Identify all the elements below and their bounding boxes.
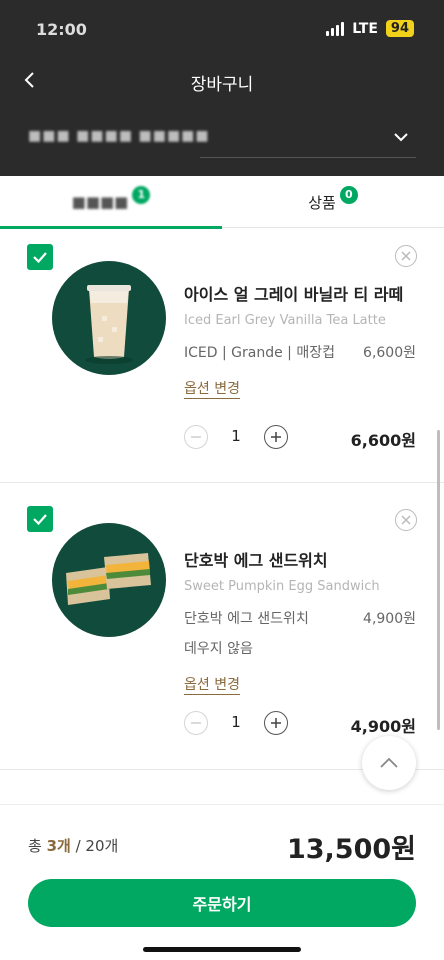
item-options-extra: 데우지 않음 [184,641,253,657]
item-total-price: 4,900원 [350,717,416,736]
check-icon [33,252,47,264]
item-name: 아이스 얼 그레이 바닐라 티 라떼 [184,285,404,304]
cart-item: 단호박 에그 샌드위치 Sweet Pumpkin Egg Sandwich 단… [0,483,444,770]
item-options: ICED | Grande | 매장컵 [184,345,335,361]
cart-item: 아이스 얼 그레이 바닐라 티 라떼 Iced Earl Grey Vanill… [0,229,444,483]
item-info: 아이스 얼 그레이 바닐라 티 라떼 Iced Earl Grey Vanill… [184,281,416,399]
count-separator: / [70,837,86,855]
remove-item-button[interactable] [395,245,417,267]
tab-label: ■■■■ [71,193,129,211]
signal-icon [326,21,345,36]
tab-count-badge: 0 [339,186,358,204]
chevron-up-icon [380,757,398,768]
count-current: 3개 [46,837,71,855]
item-option-price: 6,600원 [363,345,416,361]
count-max: 20개 [85,837,119,855]
close-icon [401,251,411,261]
item-options: 단호박 에그 샌드위치 [184,611,309,627]
sandwich-image [66,553,151,605]
item-name-english: Sweet Pumpkin Egg Sandwich [184,579,380,594]
item-checkbox[interactable] [27,506,53,532]
tab-count-badge: 1 [132,186,151,204]
total-price: 13,500원 [286,834,416,865]
scrollbar[interactable] [437,430,440,730]
item-checkbox[interactable] [27,244,53,270]
item-option-price: 4,900원 [363,611,416,627]
item-image [52,523,166,637]
minus-icon [191,722,201,724]
quantity-value: 1 [231,427,241,445]
item-info: 단호박 에그 샌드위치 Sweet Pumpkin Egg Sandwich 단… [184,547,416,695]
check-icon [33,514,47,526]
decrease-quantity-button[interactable] [184,425,208,449]
item-name-english: Iced Earl Grey Vanilla Tea Latte [184,313,386,328]
scroll-to-top-button[interactable] [362,736,416,790]
minus-icon [191,436,201,438]
quantity-value: 1 [231,713,241,731]
count-prefix: 총 [28,837,47,855]
item-options-row: 단호박 에그 샌드위치 4,900원 [184,608,416,628]
close-icon [401,515,411,525]
tab-products[interactable]: 상품 0 [222,176,444,228]
store-selector[interactable]: ■■■ ■■■■ ■■■■■ [28,126,416,158]
plus-icon [271,432,281,442]
app-header: 12:00 LTE 94 장바구니 ■■■ ■■■■ ■■■■■ [0,0,444,176]
quantity-stepper: 1 4,900원 [184,711,416,737]
decrease-quantity-button[interactable] [184,711,208,735]
item-image [52,261,166,375]
cart-tabs: ■■■■ 1 상품 0 [0,176,444,229]
chevron-down-icon[interactable] [392,128,410,146]
battery-badge: 94 [385,20,414,37]
remove-item-button[interactable] [395,509,417,531]
order-summary: 총 3개 / 20개 13,500원 주문하기 [0,804,444,960]
store-name: ■■■ ■■■■ ■■■■■ [28,128,210,144]
item-name: 단호박 에그 샌드위치 [184,551,328,570]
option-change-link[interactable]: 옵션 변경 [184,676,240,695]
network-label: LTE [352,20,378,37]
status-time: 12:00 [36,20,87,39]
tab-drinks[interactable]: ■■■■ 1 [0,176,222,229]
item-total-price: 6,600원 [350,431,416,450]
option-change-link[interactable]: 옵션 변경 [184,380,240,399]
quantity-stepper: 1 6,600원 [184,425,416,451]
increase-quantity-button[interactable] [264,425,288,449]
status-indicators: LTE 94 [326,20,414,37]
plus-icon [271,718,281,728]
item-options-row: ICED | Grande | 매장컵 6,600원 [184,342,416,362]
home-indicator [143,947,301,952]
tab-label: 상품 [308,193,336,212]
order-button[interactable]: 주문하기 [28,879,416,927]
store-underline [200,157,416,158]
page-title: 장바구니 [190,75,254,95]
item-count: 총 3개 / 20개 [28,835,118,856]
increase-quantity-button[interactable] [264,711,288,735]
iced-latte-image [85,285,133,364]
